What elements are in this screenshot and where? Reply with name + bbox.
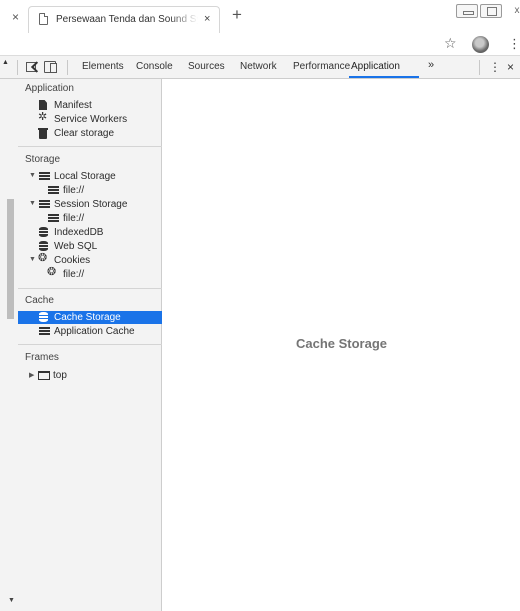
sidebar-item-label: top — [53, 370, 67, 381]
active-tab-indicator — [349, 76, 419, 78]
window-close-button[interactable]: x — [506, 4, 520, 18]
section-divider — [18, 288, 162, 289]
devtools-menu-icon[interactable]: ⋮ — [489, 60, 501, 74]
browser-tab-title: Persewaan Tenda dan Sound System — [56, 14, 198, 25]
section-title-application: Application — [25, 83, 74, 94]
document-icon — [39, 13, 48, 25]
browser-tab[interactable]: Persewaan Tenda dan Sound System × — [28, 6, 220, 33]
sidebar-item-local-storage-file[interactable]: file:// — [18, 184, 162, 197]
sidebar-item-cache-storage[interactable]: Cache Storage — [18, 311, 162, 324]
sidebar-item-label: Cache Storage — [54, 312, 121, 323]
cookie-icon: ❂ — [38, 252, 48, 264]
cookie-icon: ❂ — [47, 266, 57, 278]
database-icon — [39, 227, 48, 237]
inspect-element-icon[interactable] — [26, 62, 36, 72]
sidebar-item-label: Web SQL — [54, 241, 98, 252]
application-sidebar: ▼ Application Manifest ✲ Service Workers… — [0, 79, 162, 611]
scroll-up-arrow-icon[interactable]: ▲ — [2, 59, 9, 66]
browser-toolbar: ☆ ⋮ — [0, 33, 520, 56]
toolbar-divider — [479, 60, 480, 75]
tab-sources[interactable]: Sources — [188, 61, 225, 72]
table-icon — [48, 214, 59, 223]
database-icon — [39, 312, 48, 322]
expand-arrow-icon[interactable]: ▼ — [29, 256, 36, 263]
section-title-storage: Storage — [25, 154, 61, 165]
manifest-icon — [39, 100, 47, 110]
database-icon — [39, 241, 48, 251]
devtools-close-icon[interactable]: × — [507, 60, 514, 74]
close-icon[interactable]: × — [12, 10, 19, 24]
section-divider — [18, 344, 162, 345]
sidebar-item-clear-storage[interactable]: Clear storage — [18, 127, 162, 140]
table-icon — [39, 200, 50, 209]
scroll-down-arrow-icon[interactable]: ▼ — [8, 597, 15, 604]
sidebar-item-label: file:// — [63, 269, 85, 280]
gear-icon: ✲ — [38, 111, 48, 123]
sidebar-item-label: file:// — [63, 185, 85, 196]
sidebar-item-frame-top[interactable]: ▶ top — [18, 369, 162, 382]
sidebar-item-session-storage-file[interactable]: file:// — [18, 212, 162, 225]
tab-network[interactable]: Network — [240, 61, 277, 72]
main-panel: Cache Storage — [163, 79, 520, 611]
sidebar-item-label: IndexedDB — [54, 227, 104, 238]
table-icon — [39, 172, 50, 181]
avatar[interactable] — [472, 36, 489, 53]
tab-close-icon[interactable]: × — [204, 13, 210, 25]
tab-performance[interactable]: Performance — [293, 61, 350, 72]
section-divider — [18, 146, 162, 147]
sidebar-item-cookies-file[interactable]: ❂ file:// — [18, 266, 162, 281]
minimize-button[interactable] — [456, 4, 478, 18]
sidebar-scrollbar[interactable] — [7, 199, 14, 319]
sidebar-item-service-workers[interactable]: ✲ Service Workers — [18, 111, 162, 126]
sidebar-item-label: Clear storage — [54, 128, 115, 139]
browser-menu-icon[interactable]: ⋮ — [508, 36, 520, 52]
sidebar-item-indexeddb[interactable]: IndexedDB — [18, 226, 162, 239]
page-title: Cache Storage — [295, 336, 388, 351]
devtools-toolbar: ▲ Elements Console Sources Network Perfo… — [0, 56, 520, 79]
section-title-frames: Frames — [25, 352, 59, 363]
sidebar-item-label: file:// — [63, 213, 85, 224]
toolbar-divider — [67, 60, 68, 75]
section-title-cache: Cache — [25, 295, 54, 306]
sidebar-item-label: Local Storage — [54, 171, 116, 182]
sidebar-item-session-storage[interactable]: ▼ Session Storage — [18, 198, 162, 211]
more-tabs-icon[interactable]: » — [428, 59, 434, 71]
sidebar-item-application-cache[interactable]: Application Cache — [18, 325, 162, 338]
sidebar-item-label: Application Cache — [54, 326, 135, 337]
sidebar-item-label: Cookies — [54, 255, 91, 266]
trash-icon — [38, 128, 48, 139]
table-icon — [48, 186, 59, 195]
collapse-arrow-icon[interactable]: ▶ — [29, 371, 34, 379]
sidebar-item-local-storage[interactable]: ▼ Local Storage — [18, 170, 162, 183]
maximize-button[interactable] — [480, 4, 502, 18]
toolbar-divider — [17, 60, 18, 75]
browser-tab-strip: × Persewaan Tenda dan Sound System × + x — [0, 0, 520, 33]
table-icon — [39, 327, 50, 336]
sidebar-item-label: Manifest — [54, 100, 92, 111]
tab-application[interactable]: Application — [351, 61, 400, 72]
sidebar-item-label: Service Workers — [54, 114, 128, 125]
tab-console[interactable]: Console — [136, 61, 173, 72]
device-toolbar-icon[interactable] — [44, 61, 57, 73]
sidebar-item-cookies[interactable]: ▼ ❂ Cookies — [18, 252, 162, 267]
sidebar-item-label: Session Storage — [54, 199, 128, 210]
frame-icon — [38, 371, 50, 380]
expand-arrow-icon[interactable]: ▼ — [29, 172, 36, 179]
tab-elements[interactable]: Elements — [82, 61, 124, 72]
expand-arrow-icon[interactable]: ▼ — [29, 200, 36, 207]
star-icon[interactable]: ☆ — [444, 35, 457, 52]
new-tab-button[interactable]: + — [232, 5, 242, 25]
